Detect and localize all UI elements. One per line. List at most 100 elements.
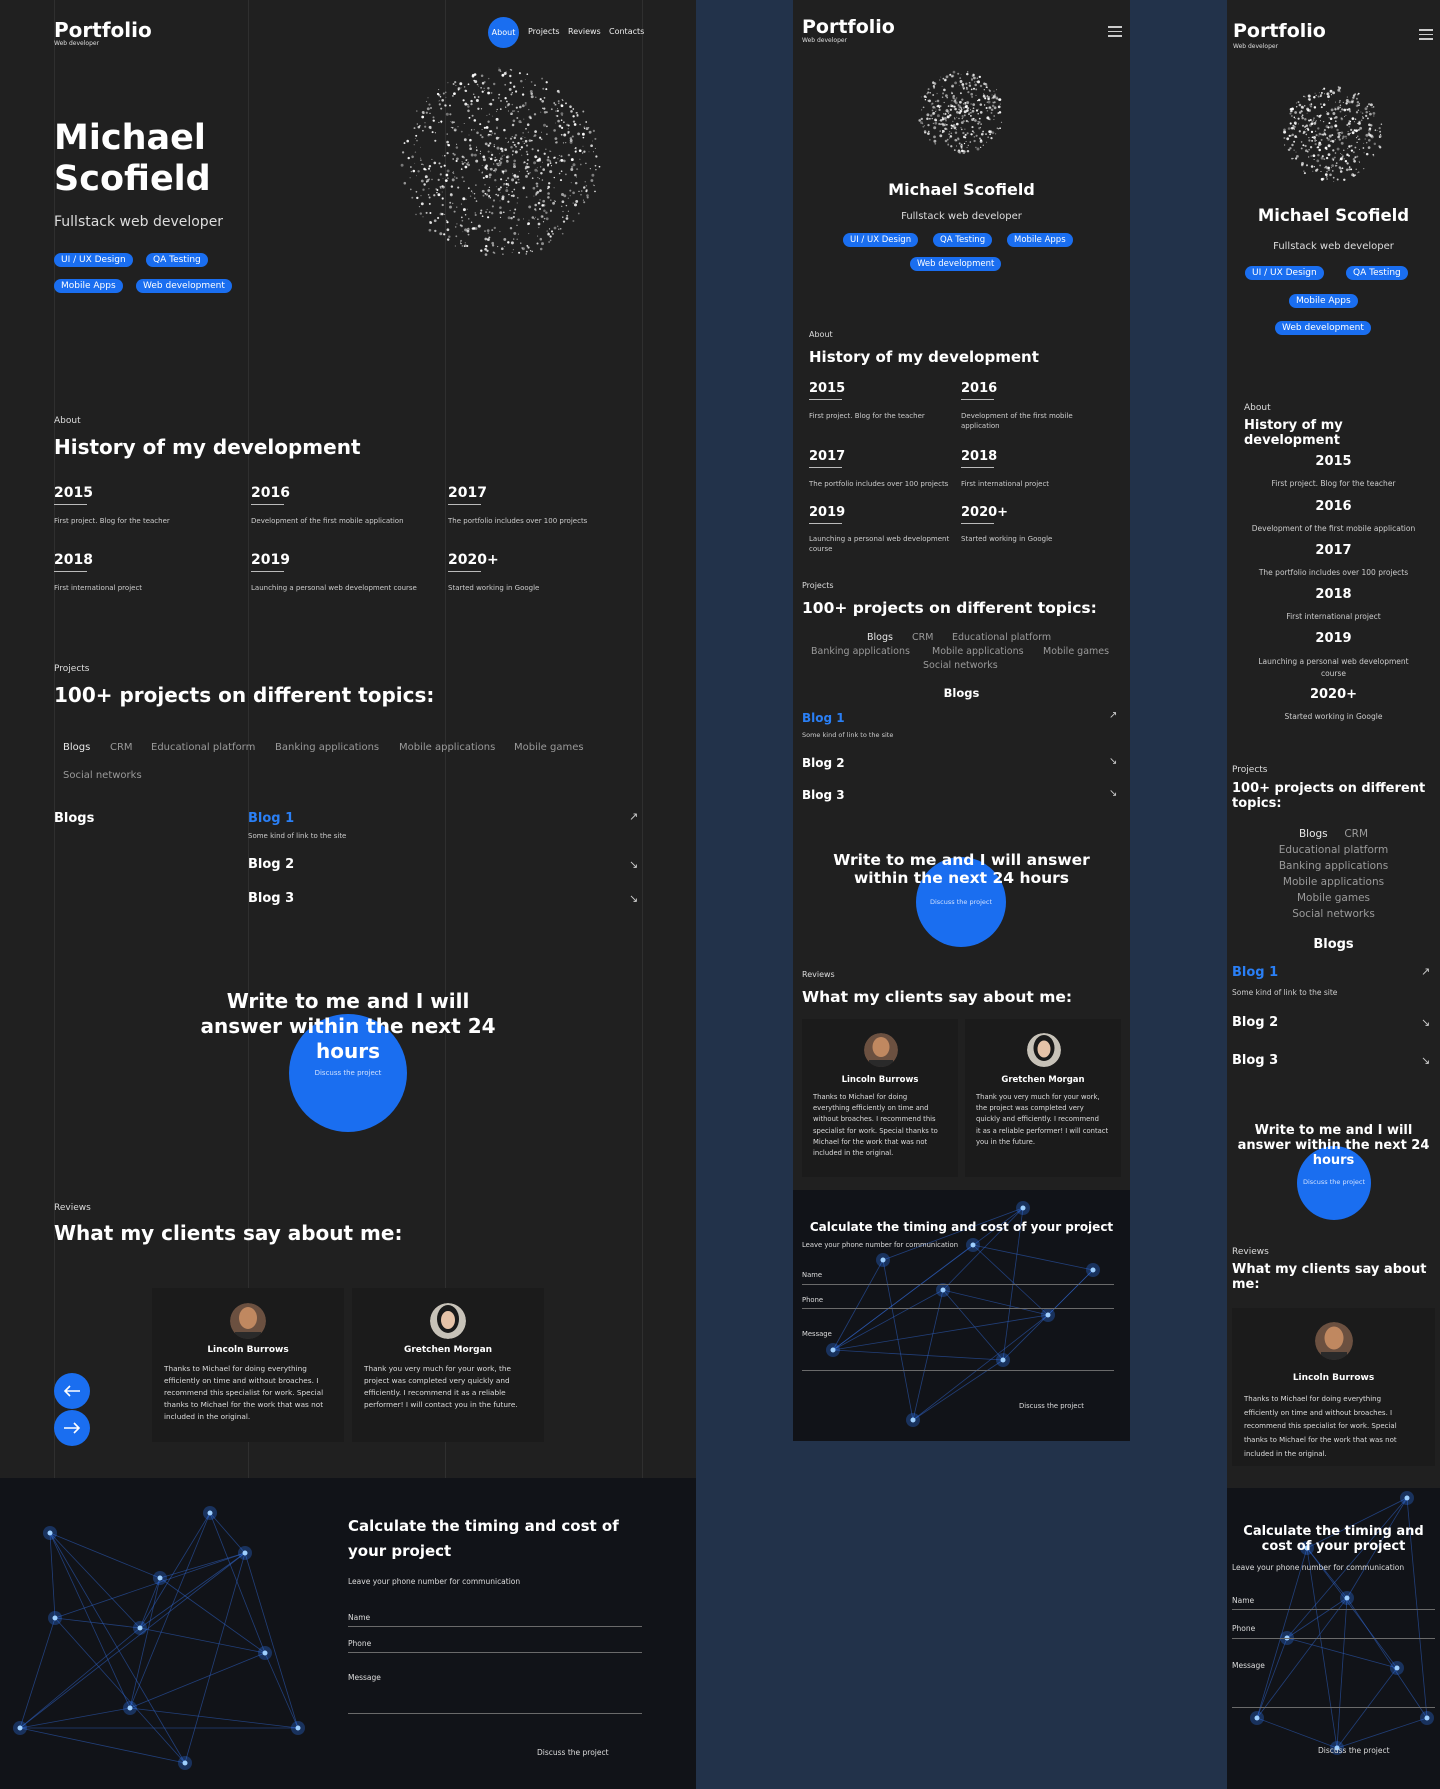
arrow-down-right-icon[interactable]: ↘ [629,893,638,904]
menu-icon[interactable] [1108,26,1122,40]
category-mobile-apps[interactable]: Mobile applications [932,647,1024,657]
arrow-down-right-icon[interactable]: ↘ [629,859,638,870]
tag-web[interactable]: Web development [136,279,232,293]
tag-qa[interactable]: QA Testing [933,233,993,247]
form-submit-button[interactable]: Discuss the project [1318,1747,1390,1755]
category-list: Blogs CRM Educational platform Banking a… [1227,826,1440,922]
tag-ui-ux[interactable]: UI / UX Design [54,253,133,267]
prev-review-button[interactable] [54,1373,90,1409]
timeline-year: 2020+ [448,552,499,572]
message-input[interactable] [348,1713,642,1714]
timeline-year: 2017 [809,449,846,468]
form-submit-button[interactable]: Discuss the project [537,1749,609,1757]
project-item-title[interactable]: Blog 2 [248,858,294,871]
discuss-project-label[interactable]: Discuss the project [289,1070,407,1077]
category-mobile-games[interactable]: Mobile games [1227,890,1440,906]
tag-web[interactable]: Web development [910,257,1002,271]
arrow-up-right-icon[interactable]: ↗ [1421,966,1430,977]
particle-sphere-graphic [918,70,1003,154]
hero-name: Michael Scofield [888,180,1035,199]
project-item-title[interactable]: Blog 1 [802,712,845,724]
project-item-link[interactable]: Some kind of link to the site [248,833,346,840]
hero-role: Fullstack web developer [54,214,224,230]
timeline-text: Launching a personal web development cou… [251,584,417,592]
arrow-down-right-icon[interactable]: ↘ [1421,1055,1430,1066]
category-social[interactable]: Social networks [923,661,998,671]
form-title: Calculate the timing and cost of your pr… [809,1220,1114,1234]
tag-mobile[interactable]: Mobile Apps [1289,294,1358,308]
nav-projects[interactable]: Projects [528,28,560,36]
category-mobile-apps[interactable]: Mobile applications [1227,874,1440,890]
nav-contacts[interactable]: Contacts [609,28,644,36]
name-input[interactable] [348,1626,642,1627]
category-social[interactable]: Social networks [1227,906,1440,922]
tag-mobile[interactable]: Mobile Apps [54,279,123,293]
phone-input[interactable] [802,1308,1114,1309]
arrow-down-right-icon[interactable]: ↘ [1109,789,1117,799]
project-item-title[interactable]: Blog 3 [1232,1054,1278,1067]
project-item-title[interactable]: Blog 3 [248,892,294,905]
logo-title[interactable]: Portfolio [802,18,895,37]
category-education[interactable]: Educational platform [151,743,255,753]
tag-ui-ux[interactable]: UI / UX Design [1245,266,1324,280]
project-item-link[interactable]: Some kind of link to the site [802,732,893,739]
menu-icon[interactable] [1419,29,1433,43]
project-item-title[interactable]: Blog 2 [1232,1016,1278,1029]
project-item-title[interactable]: Blog 1 [248,812,294,825]
arrow-down-right-icon[interactable]: ↘ [1421,1017,1430,1028]
category-social[interactable]: Social networks [63,771,142,781]
name-label: Name [1232,1596,1255,1605]
category-banking[interactable]: Banking applications [275,743,379,753]
timeline-year: 2018 [54,552,93,572]
logo-title[interactable]: Portfolio [1233,22,1326,41]
category-banking[interactable]: Banking applications [811,647,910,657]
project-item-title[interactable]: Blog 3 [802,789,845,801]
form-submit-button[interactable]: Discuss the project [1019,1403,1084,1410]
reviews-title: What my clients say about me: [1232,1262,1427,1292]
category-blogs[interactable]: Blogs [1299,828,1328,840]
category-education[interactable]: Educational platform [1227,842,1440,858]
message-input[interactable] [1232,1707,1435,1708]
category-education[interactable]: Educational platform [952,633,1051,643]
tag-qa[interactable]: QA Testing [1346,266,1408,280]
tag-web[interactable]: Web development [1275,321,1371,335]
tag-ui-ux[interactable]: UI / UX Design [843,233,919,247]
particle-sphere-graphic [1283,86,1383,182]
name-input[interactable] [1232,1609,1435,1610]
category-crm[interactable]: CRM [110,743,133,753]
projects-selected-category: Blogs [1313,937,1354,952]
nav-reviews[interactable]: Reviews [568,28,601,36]
tag-qa[interactable]: QA Testing [146,253,208,267]
arrow-down-right-icon[interactable]: ↘ [1109,757,1117,767]
name-input[interactable] [802,1284,1114,1285]
nav-about[interactable]: About [488,17,519,48]
category-banking[interactable]: Banking applications [1227,858,1440,874]
reviews-label: Reviews [54,1203,91,1213]
category-mobile-games[interactable]: Mobile games [514,743,584,753]
category-blogs[interactable]: Blogs [63,743,90,753]
next-review-button[interactable] [54,1410,90,1446]
project-item-title[interactable]: Blog 2 [802,757,845,769]
phone-input[interactable] [1232,1638,1435,1639]
category-blogs[interactable]: Blogs [867,633,893,643]
category-crm[interactable]: CRM [912,633,933,643]
projects-title: 100+ projects on different topics: [1232,781,1426,811]
category-crm[interactable]: CRM [1344,828,1368,840]
project-item-title[interactable]: Blog 1 [1232,966,1278,979]
about-label: About [809,330,833,339]
timeline: 2015 First project. Blog for the teacher… [1251,454,1416,721]
arrow-up-right-icon[interactable]: ↗ [1109,711,1117,721]
category-mobile-games[interactable]: Mobile games [1043,647,1109,657]
timeline-text: Launching a personal web development cou… [809,535,950,554]
discuss-project-label[interactable]: Discuss the project [916,899,1006,906]
arrow-right-icon [64,1422,81,1434]
timeline-text: The portfolio includes over 100 projects [448,517,588,525]
project-item-link[interactable]: Some kind of link to the site [1232,989,1337,997]
discuss-project-label[interactable]: Discuss the project [1297,1179,1371,1186]
category-mobile-apps[interactable]: Mobile applications [399,743,495,753]
logo-title[interactable]: Portfolio [54,20,152,40]
message-input[interactable] [802,1370,1114,1371]
arrow-up-right-icon[interactable]: ↗ [629,811,638,822]
phone-input[interactable] [348,1652,642,1653]
tag-mobile[interactable]: Mobile Apps [1007,233,1073,247]
